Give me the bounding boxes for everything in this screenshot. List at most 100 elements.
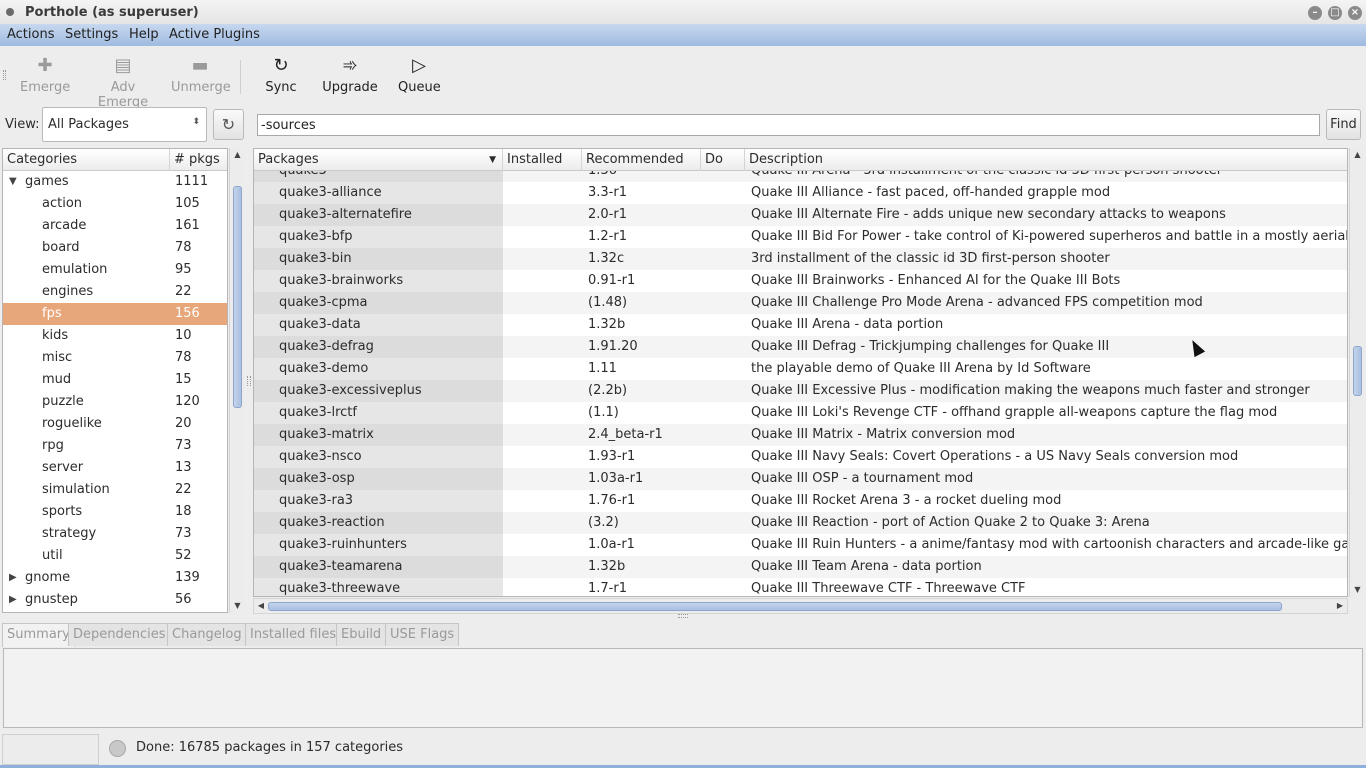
category-row[interactable]: misc 78 [3,347,227,369]
minimize-icon[interactable]: – [1308,6,1322,20]
refresh-button[interactable]: ↻ [213,109,244,140]
package-row[interactable]: quake3-brainworks 0.91-r1 Quake III Brainw… [254,270,1347,292]
package-row[interactable]: quake3-nsco 1.93-r1 Quake III Navy Seals: … [254,446,1347,468]
scroll-right-icon[interactable]: ▶ [1333,599,1347,613]
menu-actions[interactable]: Actions [7,27,55,42]
package-recommended-version: 1.0a-r1 [588,537,635,552]
packages-hscrollbar[interactable]: ◀ ▶ [253,598,1348,614]
category-row[interactable]: ▼ games 1111 [3,171,227,193]
menu-settings[interactable]: Settings [65,27,118,42]
scroll-down-icon[interactable]: ▼ [1350,583,1365,597]
category-row[interactable]: rpg 73 [3,435,227,457]
collapsed-triangle-icon[interactable]: ▶ [9,567,17,589]
category-row[interactable]: strategy 73 [3,523,227,545]
category-row[interactable]: arcade 161 [3,215,227,237]
package-row[interactable]: quake3-reaction (3.2) Quake III Reaction -… [254,512,1347,534]
tab-installed-files[interactable]: Installed files [245,623,342,646]
column-do[interactable]: Do [701,149,745,171]
package-row[interactable]: quake3-cpma (1.48) Quake III Challenge Pro… [254,292,1347,314]
expanded-triangle-icon[interactable]: ▼ [9,171,17,193]
emerge-button[interactable]: ✚ Emerge [20,54,70,95]
category-row[interactable]: mud 15 [3,369,227,391]
packages-scrollbar[interactable]: ▲ ▼ [1349,148,1364,597]
category-row[interactable]: roguelike 20 [3,413,227,435]
collapsed-triangle-icon[interactable]: ▶ [9,589,17,611]
queue-button[interactable]: ▷ Queue [398,54,441,95]
toolbar-grip[interactable] [3,70,6,80]
pane-splitter-handle[interactable] [247,376,251,386]
tab-changelog[interactable]: Changelog [167,623,247,646]
pane-splitter-handle[interactable] [678,614,688,618]
column-description[interactable]: Description [745,149,1347,171]
categories-scrollbar[interactable]: ▲ ▼ [229,148,244,613]
menu-active-plugins[interactable]: Active Plugins [169,27,260,42]
package-row[interactable]: quake3-lrctf (1.1) Quake III Loki's Reveng… [254,402,1347,424]
categories-scroll-thumb[interactable] [233,186,242,408]
package-row[interactable]: quake3-teamarena 1.32b Quake III Team Aren… [254,556,1347,578]
category-row[interactable]: sports 18 [3,501,227,523]
package-description: Quake III Challenge Pro Mode Arena - adv… [751,295,1203,310]
window-menu-icon[interactable] [6,8,14,16]
package-row[interactable]: quake3-ruinhunters 1.0a-r1 Quake III Ruin … [254,534,1347,556]
package-row[interactable]: quake3-data 1.32b Quake III Arena - data p… [254,314,1347,336]
package-row[interactable]: quake3-threewave 1.7-r1 Quake III Threewav… [254,578,1347,596]
category-row[interactable]: ▶ gnome 139 [3,567,227,589]
find-button[interactable]: Find [1326,109,1361,140]
column-recommended[interactable]: Recommended [582,149,701,171]
package-recommended-version: 1.03a-r1 [588,471,644,486]
tab-summary[interactable]: Summary [2,623,75,647]
category-row[interactable]: puzzle 120 [3,391,227,413]
category-name: fps [42,306,62,321]
category-row[interactable]: emulation 95 [3,259,227,281]
close-icon[interactable]: × [1348,6,1362,20]
package-row[interactable]: quake3-excessiveplus (2.2b) Quake III Exce… [254,380,1347,402]
category-row[interactable]: action 105 [3,193,227,215]
scroll-down-icon[interactable]: ▼ [230,599,245,613]
upgrade-button[interactable]: ➾ Upgrade [322,54,378,95]
packages-hscroll-thumb[interactable] [268,602,1282,611]
view-select[interactable]: All Packages ⬍ [42,107,207,142]
package-row[interactable]: quake3-defrag 1.91.20 Quake III Defrag - T… [254,336,1347,358]
package-recommended-version: 1.91.20 [588,339,638,354]
category-row[interactable]: engines 22 [3,281,227,303]
category-row[interactable]: kids 10 [3,325,227,347]
categories-tree[interactable]: Categories # pkgs ▼ games 1111 action 105 arc… [2,148,228,613]
column-categories[interactable]: Categories [3,149,170,171]
tab-dependencies[interactable]: Dependencies [68,623,171,646]
package-row[interactable]: quake3-matrix 2.4_beta-r1 Quake III Matrix… [254,424,1347,446]
package-row[interactable]: quake3-osp 1.03a-r1 Quake III OSP - a tour… [254,468,1347,490]
sync-button[interactable]: ↻ Sync [264,54,298,95]
adv-emerge-button[interactable]: ▤ Adv Emerge [85,54,161,110]
packages-scroll-thumb[interactable] [1353,346,1362,396]
tab-use-flags[interactable]: USE Flags [385,623,460,646]
search-field[interactable] [257,114,1320,136]
unmerge-button[interactable]: ▬ Unmerge [171,54,231,95]
package-row[interactable]: quake3-alternatefire 2.0-r1 Quake III Alte… [254,204,1347,226]
scroll-up-icon[interactable]: ▲ [1350,148,1365,162]
play-icon: ▷ [412,55,426,76]
category-row[interactable]: simulation 22 [3,479,227,501]
category-row[interactable]: server 13 [3,457,227,479]
package-description: Quake III Arena - data portion [751,317,944,332]
column-installed[interactable]: Installed [503,149,582,171]
tab-ebuild[interactable]: Ebuild [336,623,387,646]
column-pkg-count[interactable]: # pkgs [170,149,227,171]
category-row[interactable]: ▶ gnustep 56 [3,589,227,611]
scroll-left-icon[interactable]: ◀ [254,599,268,613]
packages-table[interactable]: Packages ▼ Installed Recommended Do Desc… [253,148,1348,597]
category-row[interactable]: util 52 [3,545,227,567]
package-row[interactable]: quake3-ra3 1.76-r1 Quake III Rocket Arena … [254,490,1347,512]
package-row[interactable]: quake3-alliance 3.3-r1 Quake III Alliance … [254,182,1347,204]
category-row[interactable]: board 78 [3,237,227,259]
scroll-up-icon[interactable]: ▲ [230,148,245,162]
package-row[interactable]: quake3-bfp 1.2-r1 Quake III Bid For Power … [254,226,1347,248]
sort-chevron-icon: ▼ [489,155,496,165]
category-row[interactable]: fps 156 [3,303,227,325]
package-row[interactable]: quake3-bin 1.32c 3rd installment of the cl… [254,248,1347,270]
menu-help[interactable]: Help [129,27,159,42]
maximize-icon[interactable]: □ [1328,6,1342,20]
category-count: 73 [175,526,192,541]
search-input[interactable] [258,115,1319,135]
column-packages[interactable]: Packages ▼ [254,149,503,171]
package-row[interactable]: quake3-demo 1.11 the playable demo of Quak… [254,358,1347,380]
